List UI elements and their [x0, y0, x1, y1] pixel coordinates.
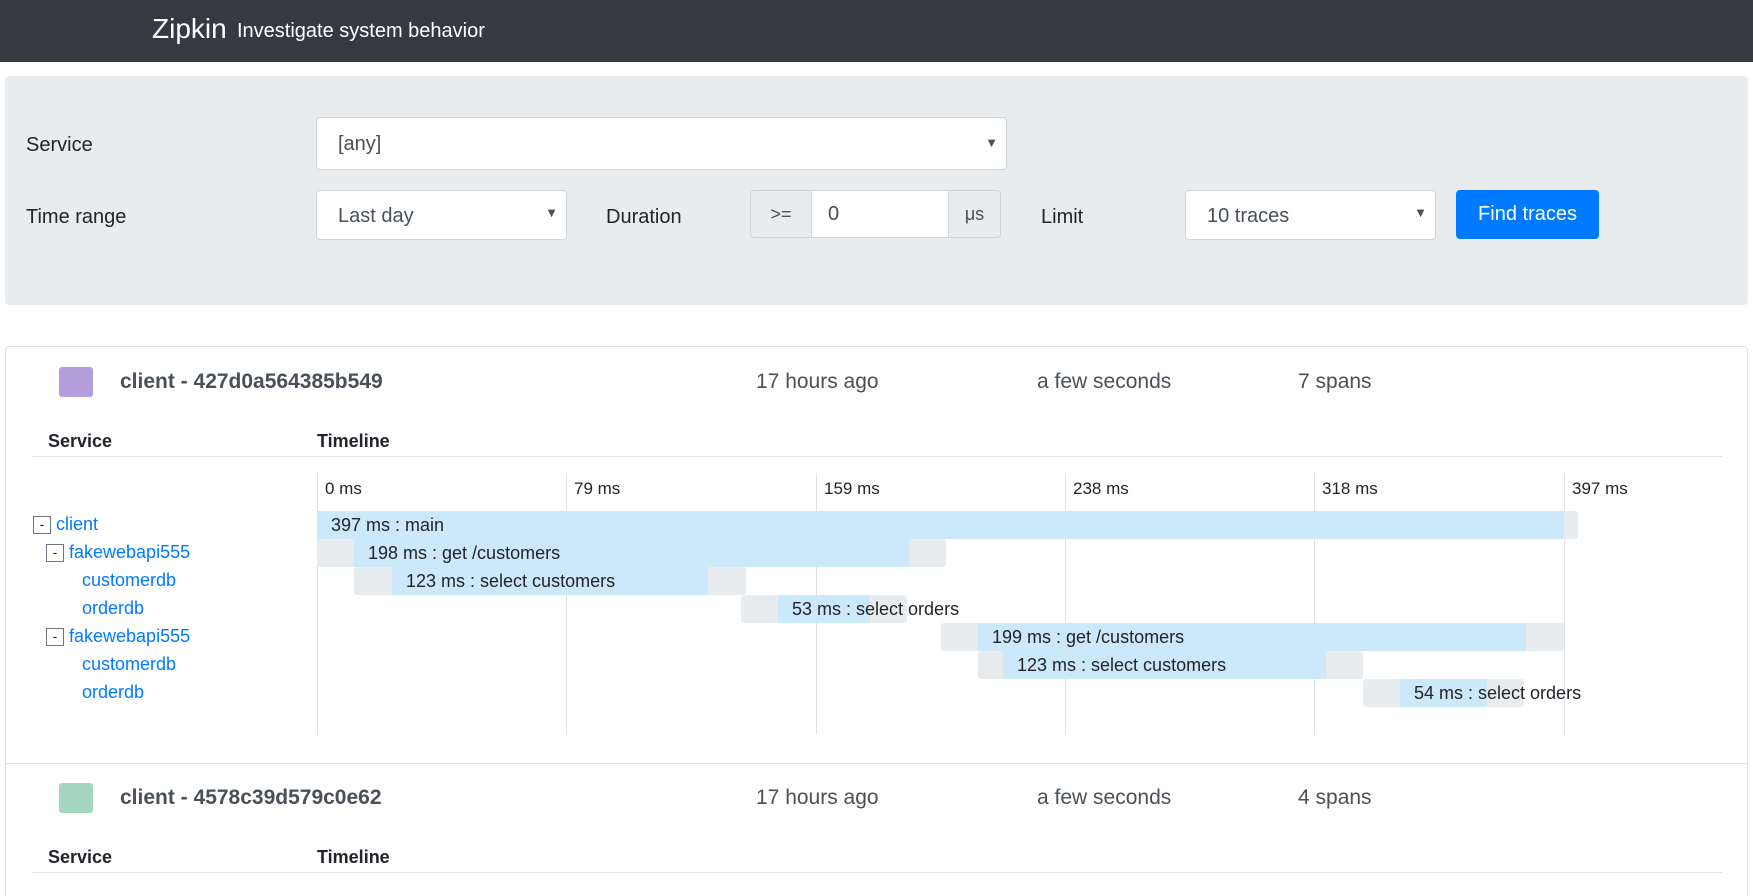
tick-label: 318 ms: [1322, 479, 1378, 498]
span-bar-label: 397 ms : main: [331, 515, 445, 535]
tick-label: 159 ms: [824, 479, 880, 498]
trace-duration: a few seconds: [1037, 786, 1172, 809]
span-service-name[interactable]: customerdb: [82, 654, 176, 675]
tick-label: 0 ms: [325, 479, 362, 498]
collapse-toggle[interactable]: -: [33, 516, 51, 534]
limit-label: Limit: [1041, 206, 1084, 228]
header-divider: [32, 456, 1722, 457]
timeline-column-header: Timeline: [317, 431, 390, 451]
duration-input-group: >= 0 μs: [750, 190, 1001, 238]
time-range-select[interactable]: Last day ▼: [316, 190, 567, 240]
chevron-down-icon: ▼: [545, 205, 558, 220]
span-service-name[interactable]: fakewebapi555: [69, 542, 190, 563]
chevron-down-icon: ▼: [1414, 205, 1427, 220]
span-bar-label: 123 ms : select customers: [406, 571, 616, 591]
tick-label: 238 ms: [1073, 479, 1129, 498]
header-divider: [32, 872, 1722, 873]
brand-logo[interactable]: Zipkin: [152, 13, 227, 45]
span-bar-label: 198 ms : get /customers: [368, 543, 561, 563]
trace-title[interactable]: client - 4578c39d579c0e62: [120, 786, 382, 810]
duration-operator: >=: [750, 190, 812, 238]
trace-color-swatch: [59, 367, 93, 397]
trace-spans-count: 4 spans: [1298, 786, 1372, 809]
tagline: Investigate system behavior: [237, 20, 485, 42]
trace-list: client - 427d0a564385b549 17 hours ago a…: [5, 346, 1749, 896]
limit-select-value: 10 traces: [1207, 205, 1290, 227]
service-column-header: Service: [48, 847, 113, 867]
duration-unit: μs: [948, 190, 1001, 238]
time-range-label: Time range: [26, 206, 127, 228]
service-select[interactable]: [any] ▼: [316, 117, 1007, 170]
span-service-name[interactable]: orderdb: [82, 682, 144, 703]
tick-label: 79 ms: [574, 479, 621, 498]
trace-spans-count: 7 spans: [1298, 370, 1372, 393]
limit-select[interactable]: 10 traces ▼: [1185, 190, 1436, 240]
duration-input[interactable]: 0: [811, 190, 949, 238]
span-service-name[interactable]: fakewebapi555: [69, 626, 190, 647]
trace-title[interactable]: client - 427d0a564385b549: [120, 370, 383, 394]
span-service-name[interactable]: customerdb: [82, 570, 176, 591]
trace-divider: [6, 763, 1749, 764]
duration-label: Duration: [606, 206, 682, 228]
trace-header[interactable]: client - 4578c39d579c0e62 17 hours ago a…: [6, 783, 1749, 823]
span-service-name[interactable]: orderdb: [82, 598, 144, 619]
trace-time-ago: 17 hours ago: [756, 786, 879, 809]
find-traces-button[interactable]: Find traces: [1456, 190, 1599, 239]
span-bar-label: 199 ms : get /customers: [992, 627, 1185, 647]
tick-label: 397 ms: [1572, 479, 1628, 498]
trace-header[interactable]: client - 427d0a564385b549 17 hours ago a…: [6, 367, 1749, 407]
span-bar-label: 123 ms : select customers: [1017, 655, 1227, 675]
time-range-select-value: Last day: [338, 205, 414, 227]
span-bar[interactable]: [317, 511, 1564, 539]
trace-time-ago: 17 hours ago: [756, 370, 879, 393]
span-bar-label: 53 ms : select orders: [792, 599, 960, 619]
timeline-column-header: Timeline: [317, 847, 390, 867]
trace-color-swatch: [59, 783, 93, 813]
navbar: Zipkin Investigate system behavior: [0, 0, 1753, 62]
chevron-down-icon: ▼: [985, 135, 998, 150]
trace-duration: a few seconds: [1037, 370, 1172, 393]
collapse-toggle[interactable]: -: [46, 628, 64, 646]
service-select-value: [any]: [338, 133, 382, 155]
span-bar-label: 54 ms : select orders: [1414, 683, 1582, 703]
collapse-toggle[interactable]: -: [46, 544, 64, 562]
service-label: Service: [26, 134, 93, 156]
span-service-name[interactable]: client: [56, 514, 98, 535]
service-column-header: Service: [48, 431, 113, 451]
